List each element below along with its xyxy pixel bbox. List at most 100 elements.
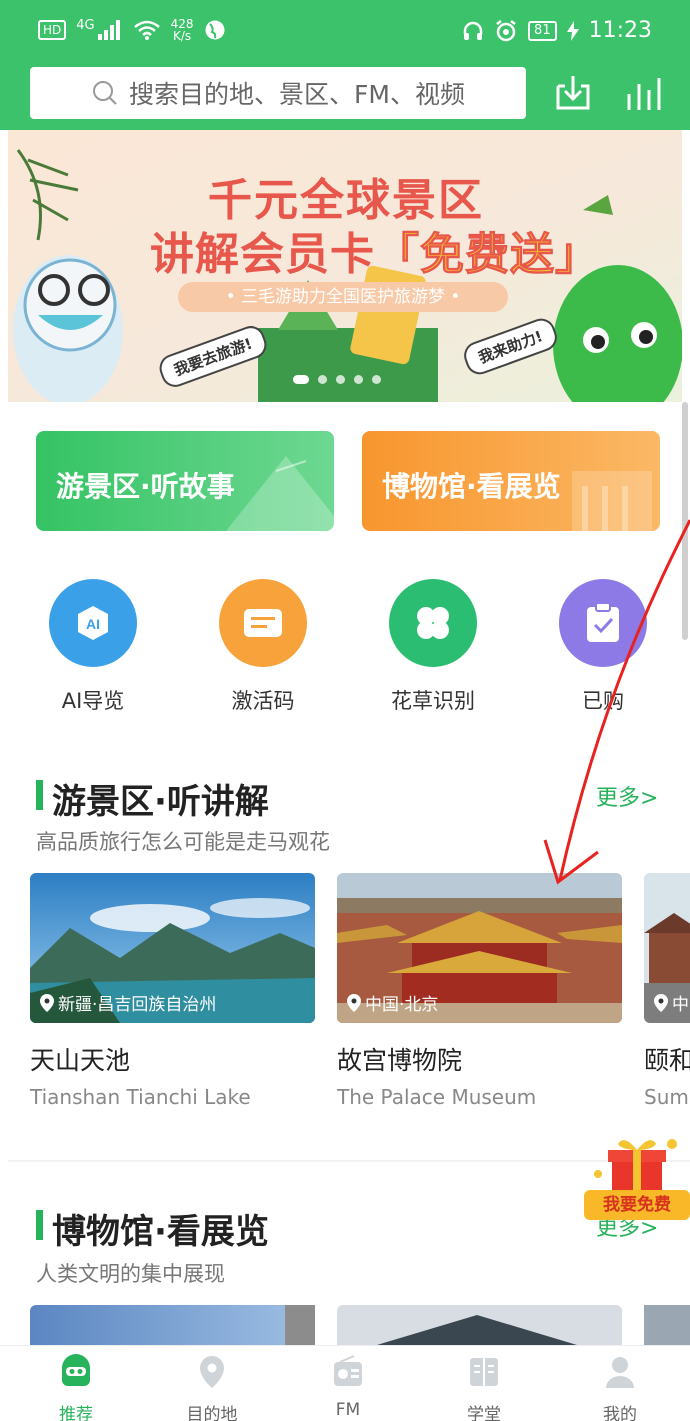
- museum-card-3[interactable]: [644, 1305, 690, 1345]
- ai-icon: AI: [49, 579, 137, 667]
- section-scenic-subtitle: 高品质旅行怎么可能是走马观花: [36, 830, 330, 854]
- scenic-location-text: 中国·北京: [365, 995, 439, 1015]
- building-shape: [285, 1305, 315, 1345]
- download-icon[interactable]: [550, 70, 596, 116]
- scenic-name-en: The Palace Museum: [337, 1085, 537, 1109]
- clipboard-icon: [559, 579, 647, 667]
- tab-academy[interactable]: 学堂: [434, 1354, 534, 1421]
- book-icon: [470, 1358, 498, 1386]
- net-speed: 428 K/s: [171, 18, 194, 42]
- eye-alarm-icon: [496, 19, 516, 41]
- user-icon: [606, 1357, 634, 1388]
- scenic-card-tianchi[interactable]: 新疆·昌吉回族自治州 天山天池 Tianshan Tianchi Lake: [30, 873, 315, 1109]
- charging-icon: [566, 20, 579, 41]
- banner-subtitle: • 三毛游助力全国医护旅游梦 •: [178, 282, 508, 312]
- museum-card-2[interactable]: [337, 1305, 622, 1345]
- pagination-dot: [336, 375, 345, 384]
- scenic-location: 新疆·昌吉回族自治州: [40, 990, 216, 1015]
- scenic-name: 颐和: [644, 1046, 690, 1075]
- tab-mine[interactable]: 我的: [570, 1354, 670, 1421]
- hd-badge: HD: [38, 20, 67, 40]
- section-museum-subtitle: 人类文明的集中展现: [36, 1262, 225, 1286]
- banner-title-line2: 讲解会员卡「免费送」: [150, 218, 600, 282]
- battery-level: 81: [528, 20, 557, 41]
- quick-plant-label: 花草识别: [391, 689, 475, 713]
- pagination-dot: [372, 375, 381, 384]
- tab-label: 我的: [603, 1405, 637, 1421]
- museum-card-1[interactable]: [30, 1305, 315, 1345]
- location-pin-icon: [40, 993, 54, 1012]
- section-scenic-title: 游景区·听讲解: [52, 782, 269, 822]
- radio-icon: [334, 1355, 362, 1386]
- quick-ai-label: AI导览: [61, 689, 125, 713]
- quick-purchased-label: 已购: [582, 689, 624, 713]
- scenic-photo: 新疆·昌吉回族自治州: [30, 873, 315, 1023]
- quick-activation-label: 激活码: [231, 689, 295, 713]
- pagination-dot: [354, 375, 363, 384]
- tab-label: 推荐: [59, 1405, 93, 1421]
- clock: 11:23: [588, 18, 652, 43]
- map-pin-icon: [200, 1356, 224, 1388]
- headset-icon: [463, 21, 483, 40]
- scenic-name-en: Sum: [644, 1085, 689, 1109]
- search-icon: [93, 81, 117, 105]
- free-gift-label: 我要免费: [584, 1190, 690, 1220]
- pagination-dot: [293, 375, 309, 384]
- ranking-icon[interactable]: [620, 70, 666, 116]
- section-scenic-more-link[interactable]: 更多>: [596, 780, 658, 812]
- scenic-name: 天山天池: [30, 1046, 131, 1075]
- pagination-dot: [318, 375, 327, 384]
- wifi-icon: [133, 20, 160, 40]
- svg-text:AI: AI: [86, 616, 100, 632]
- scrollbar[interactable]: [682, 402, 688, 640]
- search-input[interactable]: 搜索目的地、景区、FM、视频: [30, 67, 526, 119]
- tab-label: 学堂: [467, 1405, 501, 1421]
- scenic-location: 中: [654, 990, 689, 1015]
- scenic-card-palace[interactable]: 中国·北京 故宫博物院 The Palace Museum: [337, 873, 622, 1109]
- speed-unit: K/s: [172, 29, 192, 43]
- banner-title-prefix: 讲解会员卡: [150, 229, 375, 280]
- museum-exhibit-label: 博物馆·看展览: [382, 470, 561, 503]
- location-pin-icon: [347, 993, 361, 1012]
- scenic-photo: 中: [644, 873, 690, 1023]
- tab-recommend[interactable]: 推荐: [26, 1354, 126, 1421]
- status-bar: HD 4G 428 K/s 81 11:23: [0, 12, 690, 48]
- tab-destination[interactable]: 目的地: [162, 1354, 262, 1421]
- bottom-tab-bar: 推荐 目的地 FM 学堂 我的: [0, 1345, 690, 1421]
- location-pin-icon: [654, 993, 668, 1012]
- banner-title-highlight: 「免费送」: [375, 229, 600, 281]
- quick-ai-guide[interactable]: AI AI导览: [33, 579, 153, 715]
- banner-pagination: [293, 375, 381, 384]
- scenic-name-en: Tianshan Tianchi Lake: [30, 1085, 251, 1109]
- scenic-story-label: 游景区·听故事: [56, 470, 235, 503]
- robot-icon: [62, 1354, 90, 1386]
- signal-icon: [97, 20, 120, 40]
- museum-roof-shape: [377, 1315, 577, 1345]
- scenic-location: 中国·北京: [347, 990, 438, 1015]
- quick-plant-id[interactable]: 花草识别: [373, 579, 493, 715]
- quick-purchased[interactable]: 已购: [543, 579, 663, 715]
- free-gift-button[interactable]: 我要免费: [584, 1134, 690, 1222]
- scenic-location-text: 中: [672, 995, 689, 1015]
- search-placeholder: 搜索目的地、景区、FM、视频: [129, 80, 465, 109]
- museum-exhibit-card[interactable]: 博物馆·看展览: [362, 431, 660, 531]
- ticket-icon: [219, 579, 307, 667]
- tab-label: 目的地: [186, 1405, 238, 1421]
- scenic-location-text: 新疆·昌吉回族自治州: [58, 995, 217, 1015]
- section-accent-bar: [36, 780, 43, 810]
- promo-banner[interactable]: 千元全球景区 讲解会员卡「免费送」 • 三毛游助力全国医护旅游梦 • 我要去旅游…: [8, 130, 682, 402]
- section-museum-title: 博物馆·看展览: [52, 1212, 269, 1252]
- scenic-photo: 中国·北京: [337, 873, 622, 1023]
- section-accent-bar: [36, 1210, 43, 1240]
- header-bar: HD 4G 428 K/s 81 11:23 搜索目的地、景区、FM、视频: [0, 0, 690, 130]
- clover-icon: [389, 579, 477, 667]
- quick-activation-code[interactable]: 激活码: [203, 579, 323, 715]
- network-label: 4G: [76, 17, 95, 33]
- scenic-card-clip: 中 颐和 Sum: [644, 873, 690, 1133]
- tab-label: FM: [335, 1400, 361, 1420]
- globe-icon: [205, 20, 225, 40]
- scenic-name: 故宫博物院: [337, 1046, 463, 1075]
- scenic-story-card[interactable]: 游景区·听故事: [36, 431, 334, 531]
- tab-fm[interactable]: FM: [298, 1354, 398, 1420]
- scenic-card-summer-palace[interactable]: 中 颐和 Sum: [644, 873, 690, 1109]
